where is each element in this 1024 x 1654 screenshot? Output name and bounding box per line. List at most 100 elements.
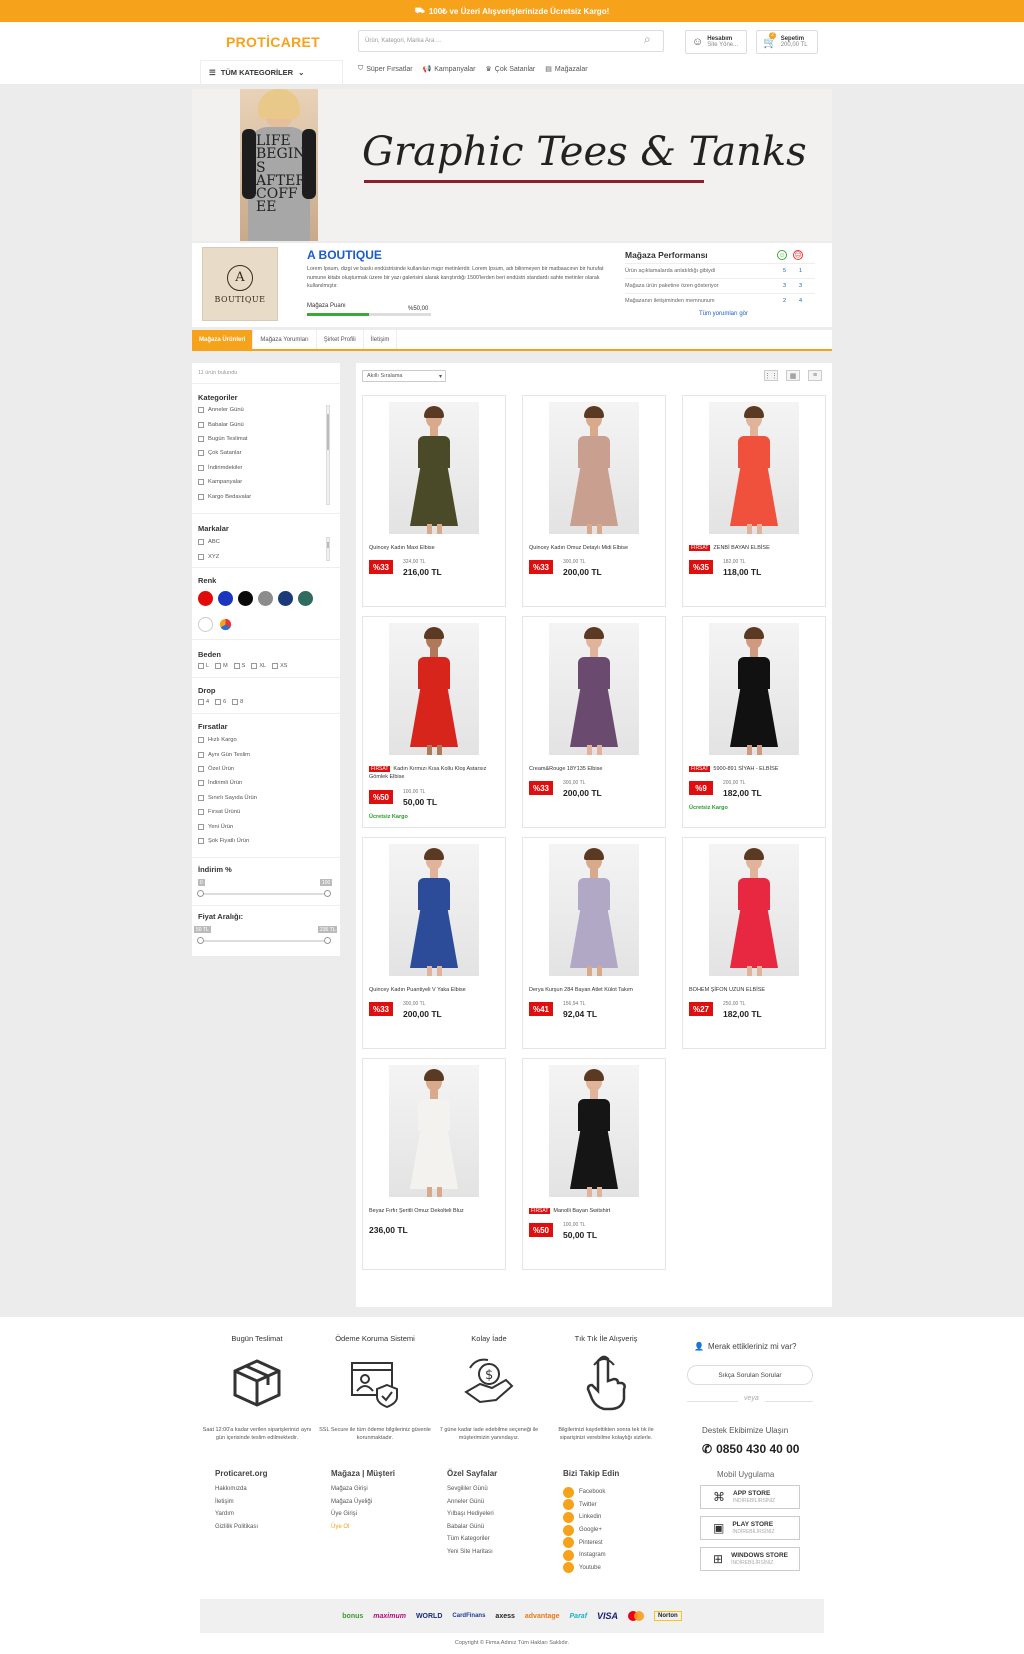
grid-3-icon[interactable]: ⋮⋮ bbox=[764, 370, 778, 381]
nav-super-deals[interactable]: ⛉ Süper Fırsatlar bbox=[358, 65, 413, 73]
sort-select[interactable]: Akıllı Sıralama bbox=[362, 370, 446, 382]
filter-checkbox[interactable]: Aynı Gün Teslim bbox=[198, 747, 328, 761]
filter-checkbox[interactable]: İndirimli Ürün bbox=[198, 776, 328, 790]
color-swatch[interactable] bbox=[278, 591, 293, 606]
filter-checkbox[interactable]: Yeni Ürün bbox=[198, 819, 328, 833]
color-swatch[interactable] bbox=[218, 591, 233, 606]
size-checkbox[interactable]: S bbox=[233, 663, 245, 669]
product-card[interactable]: Derya Kurşun 284 Bayan Atlet Külot Takım… bbox=[522, 837, 666, 1049]
product-card[interactable]: FIRSAT 5900-891 SİYAH - ELBİSE %9 200,00 TL… bbox=[682, 616, 826, 828]
product-image[interactable] bbox=[389, 844, 479, 976]
footer-link[interactable]: Sevgililer Günü bbox=[447, 1486, 497, 1499]
filter-checkbox[interactable]: Bugün Teslimat bbox=[198, 432, 328, 446]
cart-button[interactable]: 🛒 2 Sepetim 200,00 TL bbox=[756, 30, 818, 54]
product-name[interactable]: Derya Kurşun 284 Bayan Atlet Külot Takım bbox=[529, 987, 663, 995]
search-icon[interactable]: ⌕ bbox=[644, 32, 651, 47]
filter-checkbox[interactable]: XYZ bbox=[198, 549, 328, 563]
product-card[interactable]: Quincey Kadın Puantiyeli V Yaka Elbise %3… bbox=[362, 837, 506, 1049]
product-card[interactable]: FIRSAT Manolli Bayan Switshirt %50 100,00 T… bbox=[522, 1058, 666, 1270]
brand-scrollbar[interactable] bbox=[326, 537, 330, 561]
size-checkbox[interactable]: M bbox=[215, 663, 228, 669]
color-swatch[interactable] bbox=[258, 591, 273, 606]
discount-max-handle[interactable] bbox=[324, 890, 331, 897]
product-image[interactable] bbox=[549, 1065, 639, 1197]
footer-link[interactable]: Üye Girişi bbox=[331, 1511, 395, 1524]
discount-slider[interactable] bbox=[200, 893, 328, 895]
nav-best-sellers[interactable]: ♛ Çok Satanlar bbox=[486, 65, 536, 74]
social-twitter[interactable]: Twitter bbox=[563, 1499, 619, 1512]
filter-checkbox[interactable]: Çok Satanlar bbox=[198, 446, 328, 460]
product-card[interactable]: Cream&Rouge 18Y135 Elbise %33 300,00 TL 200… bbox=[522, 616, 666, 828]
product-card[interactable]: FIRSAT Kadın Kırmızı Kısa Kollu Kloş Asta… bbox=[362, 616, 506, 828]
footer-link[interactable]: Hakkımızda bbox=[215, 1486, 267, 1499]
filter-checkbox[interactable]: Kargo Bedavalar bbox=[198, 489, 328, 503]
product-card[interactable]: FIRSAT ZENBİ BAYAN ELBİSE %35 182,00 TL 118,… bbox=[682, 395, 826, 607]
app-store-button[interactable]: ⌘ APP STORE İNDİREBİLİRSİNİZ bbox=[700, 1485, 800, 1509]
search-input[interactable]: Ürün, Kategori, Marka Ara ... bbox=[358, 30, 664, 52]
social-pinterest[interactable]: Pinterest bbox=[563, 1536, 619, 1549]
product-name[interactable]: BOHEM ŞİFON UZUN ELBİSE bbox=[689, 987, 823, 995]
price-slider[interactable] bbox=[200, 940, 328, 942]
color-swatch[interactable] bbox=[198, 617, 213, 632]
color-swatch[interactable] bbox=[238, 591, 253, 606]
product-name[interactable]: FIRSAT Manolli Bayan Switshirt bbox=[529, 1208, 663, 1216]
size-checkbox[interactable]: XS bbox=[272, 663, 287, 669]
color-swatch[interactable] bbox=[219, 618, 232, 631]
social-youtube[interactable]: Youtube bbox=[563, 1562, 619, 1575]
footer-link[interactable]: Yılbaşı Hediyeleri bbox=[447, 1511, 497, 1524]
store-logo[interactable]: A BOUTIQUE bbox=[202, 247, 278, 321]
footer-link[interactable]: Üye Ol bbox=[331, 1524, 395, 1537]
product-card[interactable]: Quincey Kadın Maxi Elbise %33 324,00 TL 216… bbox=[362, 395, 506, 607]
filter-checkbox[interactable]: İndirimdekiler bbox=[198, 461, 328, 475]
list-view-icon[interactable]: ≡ bbox=[808, 370, 822, 381]
product-name[interactable]: Beyaz Fırfır Şeritli Omuz Dekolteli Bluz bbox=[369, 1208, 503, 1216]
footer-link[interactable]: Babalar Günü bbox=[447, 1524, 497, 1537]
product-image[interactable] bbox=[709, 402, 799, 534]
product-name[interactable]: Quincey Kadın Puantiyeli V Yaka Elbise bbox=[369, 987, 503, 995]
product-card[interactable]: BOHEM ŞİFON UZUN ELBİSE %27 250,00 TL 182,0… bbox=[682, 837, 826, 1049]
social-instagram[interactable]: Instagram bbox=[563, 1549, 619, 1562]
product-name[interactable]: Quincey Kadın Omuz Detaylı Midi Elbise bbox=[529, 545, 663, 553]
size-checkbox[interactable]: L bbox=[198, 663, 209, 669]
faq-button[interactable]: Sıkça Sorulan Sorular bbox=[687, 1365, 813, 1385]
footer-link[interactable]: Mağaza Girişi bbox=[331, 1486, 395, 1499]
product-name[interactable]: Quincey Kadın Maxi Elbise bbox=[369, 545, 503, 553]
product-name[interactable]: FIRSAT ZENBİ BAYAN ELBİSE bbox=[689, 545, 823, 553]
filter-checkbox[interactable]: Anneler Günü bbox=[198, 403, 328, 417]
filter-checkbox[interactable]: Babalar Günü bbox=[198, 417, 328, 431]
product-image[interactable] bbox=[389, 623, 479, 755]
social-linkedin[interactable]: Linkedin bbox=[563, 1511, 619, 1524]
price-min-handle[interactable] bbox=[197, 937, 204, 944]
product-image[interactable] bbox=[389, 1065, 479, 1197]
all-categories-button[interactable]: ☰ TÜM KATEGORİLER ⌄ bbox=[200, 60, 343, 84]
tab-store-reviews[interactable]: Mağaza Yorumları bbox=[253, 330, 317, 349]
filter-checkbox[interactable]: ABC bbox=[198, 535, 328, 549]
windows-store-button[interactable]: ⊞ WINDOWS STORE İNDİREBİLİRSİNİZ bbox=[700, 1547, 800, 1571]
color-swatch[interactable] bbox=[198, 591, 213, 606]
product-image[interactable] bbox=[709, 623, 799, 755]
tab-store-products[interactable]: Mağaza Ürünleri bbox=[192, 330, 254, 349]
size-checkbox[interactable]: XL bbox=[251, 663, 266, 669]
drop-checkbox[interactable]: 4 bbox=[198, 699, 209, 705]
product-name[interactable]: FIRSAT Kadın Kırmızı Kısa Kollu Kloş Asta… bbox=[369, 766, 503, 781]
footer-link[interactable]: Yeni Site Haritası bbox=[447, 1549, 497, 1562]
drop-checkbox[interactable]: 6 bbox=[215, 699, 226, 705]
footer-link[interactable]: Gizlilik Politikası bbox=[215, 1524, 267, 1537]
footer-link[interactable]: Mağaza Üyeliği bbox=[331, 1499, 395, 1512]
tab-company-profile[interactable]: Şirket Profili bbox=[317, 330, 364, 349]
color-swatch[interactable] bbox=[298, 591, 313, 606]
footer-link[interactable]: Yardım bbox=[215, 1511, 267, 1524]
product-image[interactable] bbox=[389, 402, 479, 534]
site-logo[interactable]: PROTİCARET bbox=[226, 34, 320, 50]
nav-campaigns[interactable]: 📢 Kampanyalar bbox=[423, 65, 476, 74]
footer-link[interactable]: Anneler Günü bbox=[447, 1499, 497, 1512]
product-name[interactable]: FIRSAT 5900-891 SİYAH - ELBİSE bbox=[689, 766, 823, 774]
support-phone[interactable]: ✆ 0850 430 40 00 bbox=[702, 1442, 799, 1456]
category-scrollbar[interactable] bbox=[326, 405, 330, 505]
filter-checkbox[interactable]: Özel Ürün bbox=[198, 762, 328, 776]
filter-checkbox[interactable]: Fırsat Ürünü bbox=[198, 805, 328, 819]
product-name[interactable]: Cream&Rouge 18Y135 Elbise bbox=[529, 766, 663, 774]
nav-stores[interactable]: ▤ Mağazalar bbox=[545, 65, 587, 74]
social-google[interactable]: Google+ bbox=[563, 1524, 619, 1537]
product-card[interactable]: Beyaz Fırfır Şeritli Omuz Dekolteli Bluz… bbox=[362, 1058, 506, 1270]
